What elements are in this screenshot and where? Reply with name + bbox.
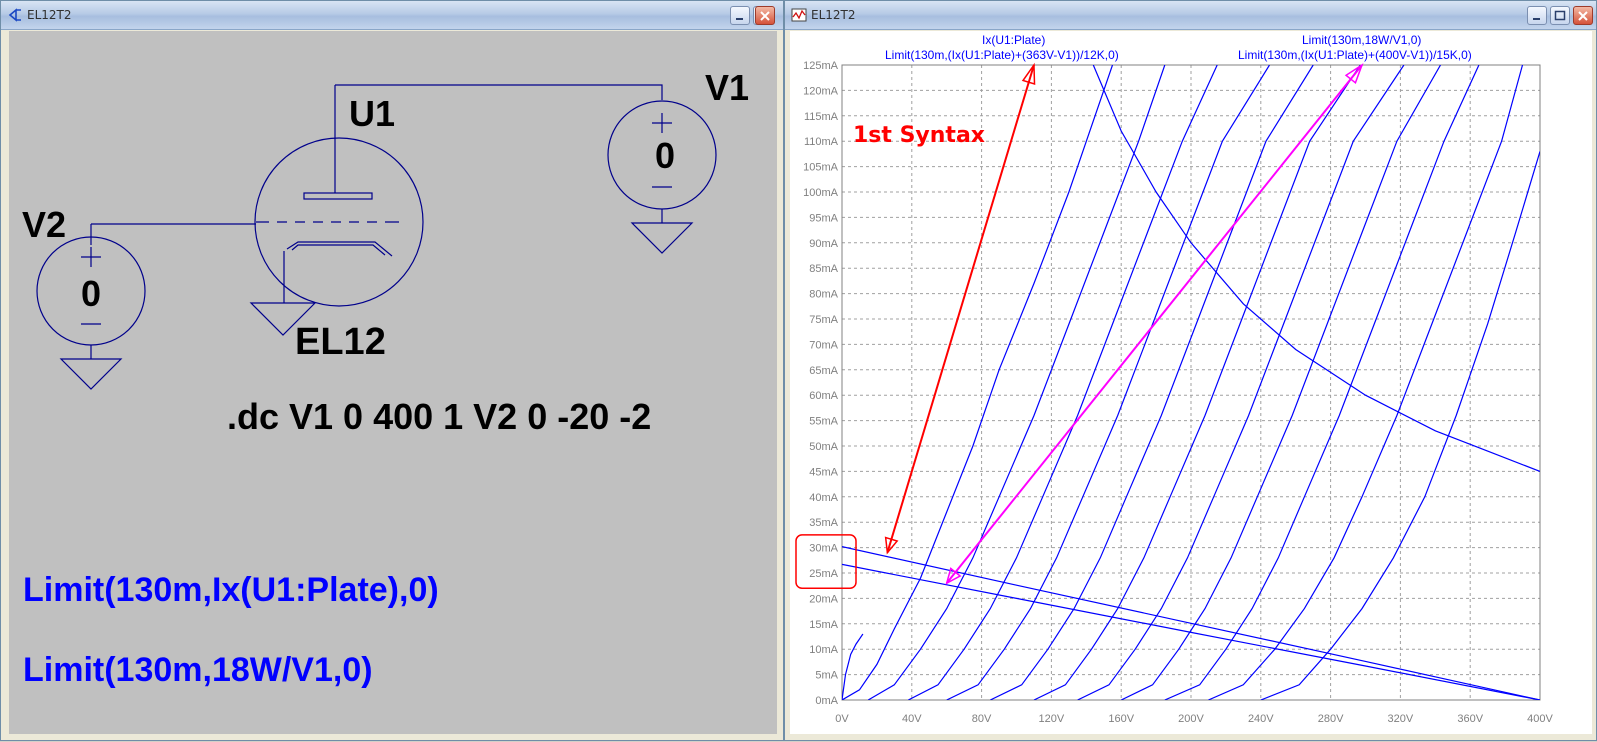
series-line[interactable] xyxy=(1033,65,1361,700)
plot-maximize-button[interactable] xyxy=(1550,6,1570,25)
y-tick-label: 75mA xyxy=(809,314,838,326)
series-line[interactable] xyxy=(1077,65,1405,700)
y-tick-label: 80mA xyxy=(809,289,838,301)
v2-plus-sign xyxy=(81,247,101,267)
y-tick-label: 50mA xyxy=(809,441,838,453)
y-tick-label: 65mA xyxy=(809,365,838,377)
y-tick-label: 15mA xyxy=(809,619,838,631)
y-tick-label: 120mA xyxy=(803,85,839,97)
label-v1[interactable]: V1 xyxy=(705,67,749,109)
y-tick-label: 105mA xyxy=(803,162,839,174)
y-tick-label: 125mA xyxy=(803,60,839,72)
series-line[interactable] xyxy=(990,65,1314,700)
schematic-title: EL12T2 xyxy=(27,8,72,22)
v1-plus-sign xyxy=(652,113,672,133)
minimize-icon xyxy=(1533,18,1540,20)
annotation-arrow-tail xyxy=(884,536,899,555)
y-tick-label: 60mA xyxy=(809,390,838,402)
series-line[interactable] xyxy=(908,65,1218,700)
minimize-icon xyxy=(736,18,743,20)
y-tick-label: 45mA xyxy=(809,466,838,478)
close-button[interactable] xyxy=(755,6,775,25)
tube-cathode-symbol xyxy=(286,241,393,257)
plot-frame xyxy=(841,64,1541,701)
x-tick-label: 400V xyxy=(1527,713,1553,725)
y-tick-label: 30mA xyxy=(809,543,838,555)
y-tick-label: 0mA xyxy=(815,695,838,707)
label-u1[interactable]: U1 xyxy=(349,93,395,135)
plot-titlebar[interactable]: EL12T2 xyxy=(785,1,1596,30)
y-tick-label: 5mA xyxy=(815,670,838,682)
schematic-window: EL12T2 U1 V1 V2 EL12 0 0 .dc V1 0 400 1 … xyxy=(0,0,784,741)
x-tick-label: 240V xyxy=(1248,713,1274,725)
series-line[interactable] xyxy=(1120,65,1442,700)
x-tick-label: 120V xyxy=(1039,713,1065,725)
ground-v1-icon xyxy=(630,222,694,254)
expression-1[interactable]: Limit(130m,Ix(U1:Plate),0) xyxy=(23,571,439,610)
close-icon xyxy=(1578,11,1588,21)
plot-window: EL12T2 Ix(U1:Plate) Limit(130m,(Ix(U1:Pl… xyxy=(784,0,1597,741)
maximize-icon xyxy=(1554,10,1566,21)
series-line[interactable] xyxy=(1208,65,1524,700)
y-tick-label: 10mA xyxy=(809,644,838,656)
x-tick-label: 0V xyxy=(835,713,849,725)
minimize-button[interactable] xyxy=(730,6,750,25)
schematic-app-icon xyxy=(8,8,21,22)
plot-title: EL12T2 xyxy=(811,8,856,22)
y-tick-label: 110mA xyxy=(804,136,839,148)
y-tick-label: 25mA xyxy=(809,568,838,580)
y-tick-label: 70mA xyxy=(809,339,838,351)
annotation-1st-syntax: 1st Syntax xyxy=(853,123,985,148)
series-line[interactable] xyxy=(842,65,1114,700)
x-tick-label: 320V xyxy=(1388,713,1414,725)
x-tick-label: 80V xyxy=(972,713,992,725)
y-tick-label: 20mA xyxy=(809,593,838,605)
ground-v2-icon xyxy=(59,358,123,390)
waveform-app-icon xyxy=(791,8,807,22)
y-tick-label: 90mA xyxy=(809,238,838,250)
y-tick-label: 40mA xyxy=(809,492,838,504)
y-tick-label: 35mA xyxy=(809,517,838,529)
x-tick-label: 160V xyxy=(1108,713,1134,725)
x-tick-label: 200V xyxy=(1178,713,1204,725)
label-el12[interactable]: EL12 xyxy=(295,321,386,364)
dc-directive[interactable]: .dc V1 0 400 1 V2 0 -20 -2 xyxy=(227,396,651,438)
plot-close-button[interactable] xyxy=(1573,6,1593,25)
y-tick-label: 85mA xyxy=(809,263,838,275)
plot-canvas[interactable]: Ix(U1:Plate) Limit(130m,(Ix(U1:Plate)+(3… xyxy=(790,31,1592,734)
plot-minimize-button[interactable] xyxy=(1527,6,1547,25)
series-line[interactable] xyxy=(1164,65,1480,700)
schematic-canvas[interactable]: U1 V1 V2 EL12 0 0 .dc V1 0 400 1 V2 0 -2… xyxy=(9,31,777,734)
x-tick-label: 280V xyxy=(1318,713,1344,725)
close-icon xyxy=(760,11,770,21)
y-tick-label: 115mA xyxy=(804,111,839,123)
x-tick-label: 40V xyxy=(902,713,922,725)
annotation-arrow-line xyxy=(945,64,1363,584)
expression-2[interactable]: Limit(130m,18W/V1,0) xyxy=(23,651,373,690)
schematic-titlebar[interactable]: EL12T2 xyxy=(1,1,783,30)
y-tick-label: 95mA xyxy=(809,212,838,224)
label-v2[interactable]: V2 xyxy=(22,204,66,246)
v1-value[interactable]: 0 xyxy=(655,135,675,177)
y-tick-label: 100mA xyxy=(803,187,839,199)
chart-svg[interactable]: 0V 40V 80V 120V 160V 200V 240V 280V 320V 360V 400V… xyxy=(790,31,1590,742)
v2-value[interactable]: 0 xyxy=(81,273,101,315)
tube-plate-symbol xyxy=(303,192,373,200)
x-tick-label: 360V xyxy=(1457,713,1483,725)
y-tick-label: 55mA xyxy=(809,416,838,428)
